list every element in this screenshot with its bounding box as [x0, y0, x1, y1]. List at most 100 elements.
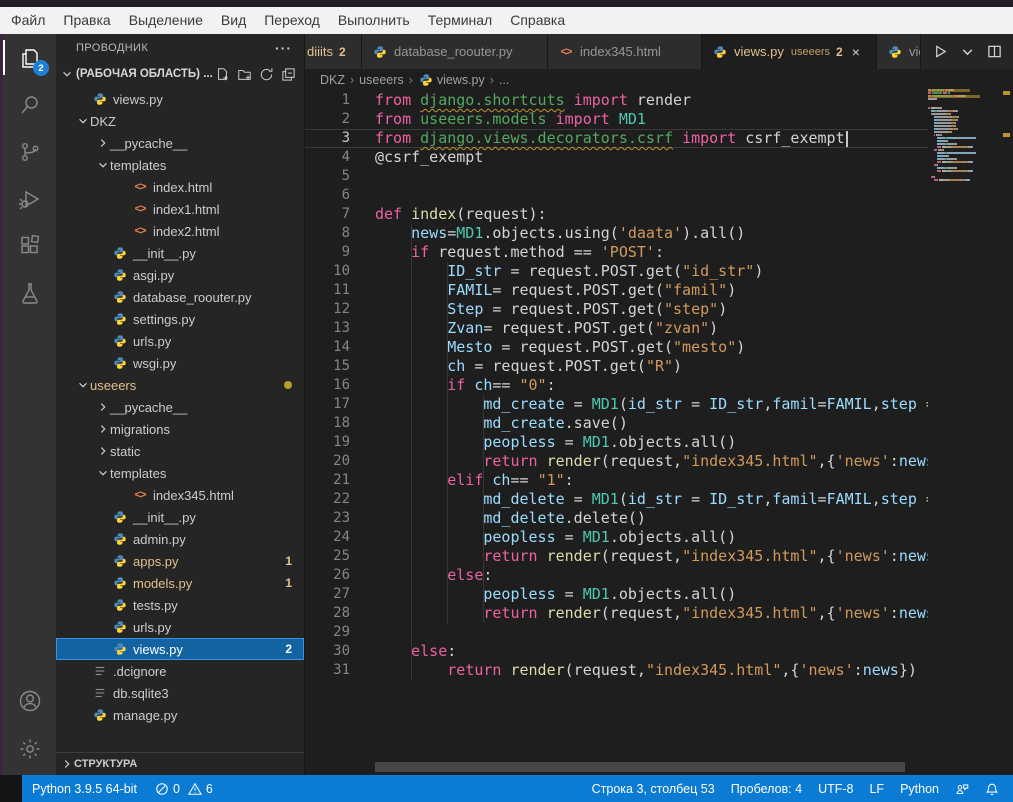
run-icon[interactable] [933, 44, 948, 59]
tree-folder-useeers[interactable]: useeers [56, 374, 304, 396]
activity-settings-gear-icon[interactable] [3, 725, 56, 773]
minimap-line [928, 92, 1000, 94]
tab-diiits[interactable]: diiits2 [305, 34, 362, 69]
tree-file-wsgi-py[interactable]: wsgi.py [56, 352, 304, 374]
tree-file-models-py[interactable]: models.py1 [56, 572, 304, 594]
token-str: "id_str" [682, 262, 754, 280]
tree-folder--pycache-[interactable]: __pycache__ [56, 396, 304, 418]
outline-section-header[interactable]: СТРУКТУРА [56, 752, 304, 775]
tab-index345-html[interactable]: <>index345.html [548, 34, 702, 69]
menu-item-0[interactable]: Файл [2, 7, 54, 34]
token-tx: .delete() [565, 509, 646, 527]
new-file-icon[interactable] [215, 67, 230, 82]
feedback-icon[interactable] [955, 782, 969, 796]
menu-item-5[interactable]: Выполнить [329, 7, 419, 34]
tree-folder-dkz[interactable]: DKZ [56, 110, 304, 132]
minimap[interactable] [928, 87, 1000, 182]
activity-run-debug-icon[interactable] [3, 175, 56, 222]
workspace-section-header[interactable]: (РАБОЧАЯ ОБЛАСТЬ) ... [56, 62, 304, 86]
code-line-19: 19 peopless = MD1.objects.all() [305, 433, 928, 452]
refresh-icon[interactable] [259, 67, 274, 82]
breadcrumb-item-label: views.py [437, 73, 485, 87]
line-number: 9 [305, 243, 350, 262]
code-line-9: 9 if request.method == 'POST': [305, 243, 928, 262]
tree-file-db-sqlite3[interactable]: db.sqlite3 [56, 682, 304, 704]
python-interpreter-status[interactable]: Python 3.9.5 64-bit [32, 782, 137, 796]
menu-item-3[interactable]: Вид [212, 7, 255, 34]
token-var: ch [447, 357, 465, 375]
token-cls: MD1 [592, 395, 619, 413]
code-editor[interactable]: 1from django.shortcuts import render2fro… [305, 91, 928, 711]
tree-file-settings-py[interactable]: settings.py [56, 308, 304, 330]
menu-item-6[interactable]: Терминал [419, 7, 501, 34]
tree-file-asgi-py[interactable]: asgi.py [56, 264, 304, 286]
status-item-4[interactable]: Python [900, 782, 939, 796]
tree-file--dcignore[interactable]: .dcignore [56, 660, 304, 682]
tree-file-urls-py[interactable]: urls.py [56, 616, 304, 638]
tree-folder-templates[interactable]: templates [56, 154, 304, 176]
tree-file--init-py[interactable]: __init__.py [56, 242, 304, 264]
breadcrumb-item[interactable]: DKZ [320, 73, 345, 87]
problems-status[interactable]: 06 [155, 782, 213, 796]
tree-file-urls-py[interactable]: urls.py [56, 330, 304, 352]
minimap-token [949, 179, 960, 181]
activity-files-icon[interactable]: 2 [3, 34, 56, 81]
status-item-3[interactable]: LF [869, 782, 884, 796]
activity-account-icon[interactable] [3, 677, 56, 725]
tree-folder-templates[interactable]: templates [56, 462, 304, 484]
activity-testing-icon[interactable] [3, 269, 56, 316]
token-var: news [899, 452, 928, 470]
tab-vie[interactable]: vie [877, 34, 921, 69]
tree-file-views-py[interactable]: views.py [56, 88, 304, 110]
tree-file--init-py[interactable]: __init__.py [56, 506, 304, 528]
status-item-1[interactable]: Пробелов: 4 [731, 782, 802, 796]
tree-file-views-py[interactable]: views.py2 [56, 638, 304, 660]
menu-item-7[interactable]: Справка [501, 7, 574, 34]
breadcrumb-item[interactable]: useeers [359, 73, 403, 87]
new-folder-icon[interactable] [237, 67, 252, 82]
tab-views-py[interactable]: views.pyuseeers2× [702, 34, 877, 69]
token-fn: render [547, 604, 601, 622]
tree-file-apps-py[interactable]: apps.py1 [56, 550, 304, 572]
minimap-warning-highlight [928, 89, 970, 92]
token-str: "0" [520, 376, 547, 394]
sidebar-more-actions-icon[interactable]: ··· [275, 40, 292, 56]
tree-file-index345-html[interactable]: <>index345.html [56, 484, 304, 506]
tree-folder-migrations[interactable]: migrations [56, 418, 304, 440]
token-var: peopless [483, 528, 555, 546]
chevron-right-icon [60, 757, 74, 771]
tree-file-index2-html[interactable]: <>index2.html [56, 220, 304, 242]
token-tx [411, 91, 420, 109]
token-tx [375, 642, 411, 660]
tree-folder-static[interactable]: static [56, 440, 304, 462]
token-str: "zvan" [655, 319, 709, 337]
collapse-all-icon[interactable] [281, 67, 296, 82]
minimap-line [928, 149, 1000, 151]
line-number: 5 [305, 167, 350, 186]
horizontal-scrollbar[interactable] [375, 762, 905, 772]
breadcrumb-item[interactable]: views.py [418, 73, 485, 87]
tree-file-admin-py[interactable]: admin.py [56, 528, 304, 550]
status-item-0[interactable]: Строка 3, столбец 53 [592, 782, 715, 796]
run-dropdown-icon[interactable] [960, 44, 975, 59]
bell-icon[interactable] [985, 782, 999, 796]
tree-file-database-roouter-py[interactable]: database_roouter.py [56, 286, 304, 308]
menu-item-4[interactable]: Переход [255, 7, 329, 34]
problems-badge: 2 [285, 642, 292, 656]
menu-item-2[interactable]: Выделение [120, 7, 212, 34]
line-number: 15 [305, 357, 350, 376]
tree-file-tests-py[interactable]: tests.py [56, 594, 304, 616]
tab-database-roouter-py[interactable]: database_roouter.py [362, 34, 548, 69]
tree-folder--pycache-[interactable]: __pycache__ [56, 132, 304, 154]
tree-file-manage-py[interactable]: manage.py [56, 704, 304, 726]
activity-extensions-icon[interactable] [3, 222, 56, 269]
close-icon[interactable]: × [852, 44, 860, 60]
status-item-2[interactable]: UTF-8 [818, 782, 853, 796]
menu-item-1[interactable]: Правка [54, 7, 119, 34]
overview-ruler[interactable] [1000, 34, 1013, 775]
tree-file-index-html[interactable]: <>index.html [56, 176, 304, 198]
tree-file-index1-html[interactable]: <>index1.html [56, 198, 304, 220]
breadcrumb-item[interactable]: ... [499, 73, 509, 87]
activity-search-icon[interactable] [3, 81, 56, 128]
activity-source-control-icon[interactable] [3, 128, 56, 175]
